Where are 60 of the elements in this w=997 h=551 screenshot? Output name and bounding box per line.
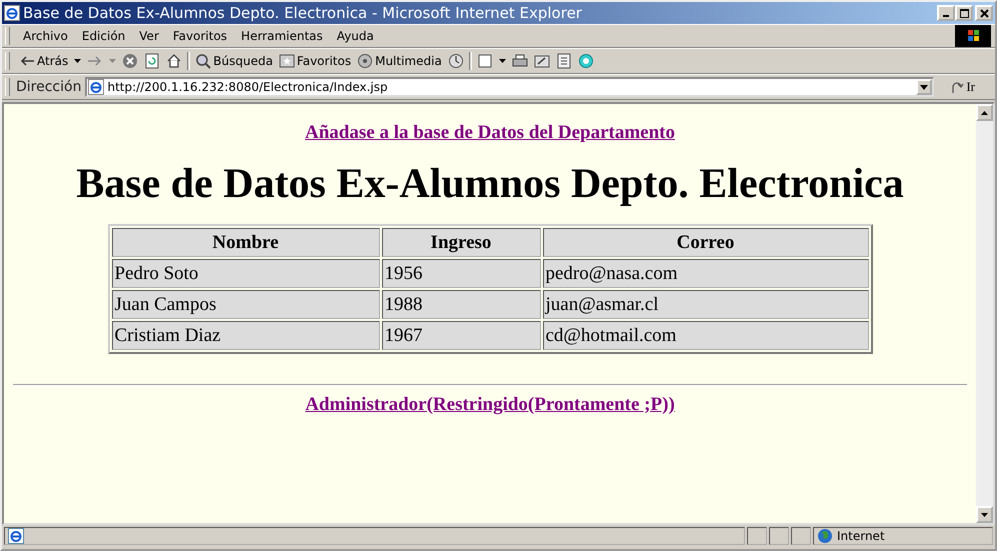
caret-icon [109,59,116,63]
table-cell: 1988 [382,290,540,319]
address-field[interactable]: http://200.1.16.232:8080/Electronica/Index.jsp [85,77,934,97]
table-cell: cd@hotmail.com [542,321,868,350]
refresh-icon [144,53,160,69]
favorites-button[interactable]: Favoritos [276,53,354,69]
scrollbar[interactable] [976,104,993,523]
window-title: Base de Datos Ex-Alumnos Depto. Electronica - Microsoft Internet Explorer [23,4,583,22]
add-link[interactable]: Añadase a la base de Datos del Departamento [305,122,675,144]
column-header: Correo [542,228,868,257]
caret-icon [74,59,82,63]
table-cell: pedro@nasa.com [542,259,868,288]
menu-item[interactable]: Herramientas [234,29,330,43]
minimize-button[interactable] [937,5,955,21]
ring-icon [578,53,594,69]
clock-icon [448,53,464,69]
menu-item[interactable]: Favoritos [166,29,234,43]
table-cell: 1967 [382,321,540,350]
dropdown-button[interactable] [916,79,932,95]
menu-item[interactable]: Ayuda [330,29,381,43]
table-cell: Pedro Soto [112,259,380,288]
media-button[interactable]: Multimedia [354,53,445,69]
close-icon [980,8,988,18]
document-icon [556,53,572,69]
status-pane [769,527,789,545]
caret-icon [920,84,928,90]
maximize-button[interactable] [955,5,973,21]
caret-icon [981,512,988,516]
table-cell: juan@asmar.cl [542,290,868,319]
security-zone: Internet [837,529,885,543]
windows-logo-icon [955,25,991,47]
column-header: Ingreso [382,228,540,257]
menu-item[interactable]: Archivo [16,29,75,43]
go-button[interactable]: Ir [944,78,981,96]
caret-icon [498,59,506,63]
table-cell: Cristiam Diaz [112,321,380,350]
printer-icon [512,53,528,69]
menu-item[interactable]: Edición [74,29,132,43]
scroll-down-button[interactable] [976,506,993,523]
stop-icon [122,53,138,69]
home-icon [166,53,182,69]
disc-icon [357,53,374,69]
menu-item[interactable]: Ver [132,29,166,43]
table-cell: 1956 [382,259,540,288]
page-heading: Base de Datos Ex-Alumnos Depto. Electronica [76,160,904,208]
caret-icon [981,110,988,114]
admin-link[interactable]: Administrador(Restringido(Prontamente ;P)) [305,394,675,416]
address-label: Dirección [16,79,82,95]
search-button[interactable]: Búsqueda [192,53,276,69]
maximize-icon [960,8,968,18]
status-pane [747,527,767,545]
table-cell: Juan Campos [112,290,380,319]
pencil-icon [534,53,550,69]
back-button[interactable]: Atrás [16,53,84,69]
column-header: Nombre [112,228,380,257]
close-button[interactable] [975,5,993,21]
globe-icon [817,528,833,544]
search-icon [195,53,212,69]
status-pane [791,527,811,545]
scroll-up-button[interactable] [976,104,993,121]
